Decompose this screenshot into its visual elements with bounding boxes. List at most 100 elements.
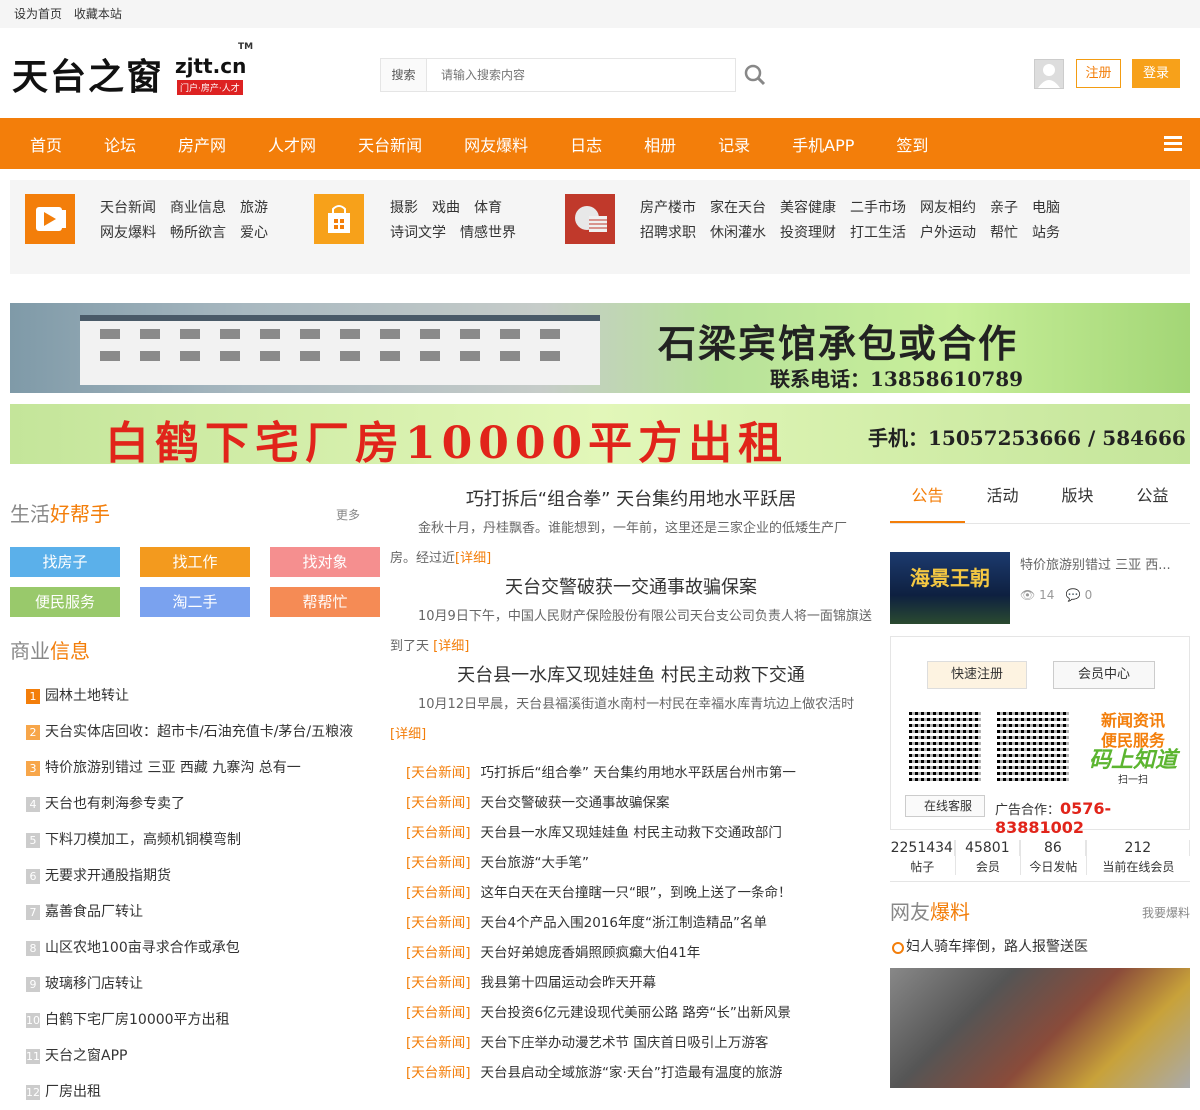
- list-item[interactable]: 8 山区农地100亩寻求合作或承包: [10, 930, 360, 966]
- list-item[interactable]: 5 下料刀模加工，高频机铜模弯制: [10, 822, 360, 858]
- online-service-button[interactable]: 在线客服: [905, 795, 985, 817]
- more-link[interactable]: 更多: [336, 506, 360, 523]
- nav-item[interactable]: 日志: [570, 132, 602, 156]
- story-title[interactable]: 巧打拆后“组合拳” 天台集约用地水平跃居: [390, 486, 872, 514]
- site-logo[interactable]: 天台之窗 zjtt.cn TM 门户·房产·人才: [12, 42, 253, 102]
- category-link[interactable]: 美容健康: [780, 200, 836, 216]
- menu-icon[interactable]: [1164, 136, 1182, 151]
- category-link[interactable]: 天台新闻: [100, 200, 156, 216]
- nav-item[interactable]: 首页: [30, 132, 62, 156]
- set-home-link[interactable]: 设为首页: [14, 7, 62, 21]
- tab-charity[interactable]: 公益: [1115, 478, 1190, 523]
- nav-item[interactable]: 相册: [644, 132, 676, 156]
- category-link[interactable]: 摄影: [390, 200, 418, 216]
- list-item[interactable]: 12 厂房出租: [10, 1074, 360, 1110]
- category-link[interactable]: 诗词文学: [390, 225, 446, 241]
- nav-item[interactable]: 签到: [896, 132, 928, 156]
- category-link[interactable]: 休闲灌水: [710, 225, 766, 241]
- news-row[interactable]: [天台新闻] 我县第十四届运动会昨天开幕: [390, 968, 872, 998]
- list-item[interactable]: 7 嘉善食品厂转让: [10, 894, 360, 930]
- story-title[interactable]: 天台县一水库又现娃娃鱼 村民主动救下交通: [390, 662, 872, 690]
- list-item[interactable]: 10 白鹤下宅厂房10000平方出租: [10, 1002, 360, 1038]
- announcement-title[interactable]: 特价旅游别错过 三亚 西...: [1020, 554, 1185, 573]
- category-link[interactable]: 户外运动: [920, 225, 976, 241]
- nav-item[interactable]: 天台新闻: [358, 132, 422, 156]
- helper-button[interactable]: 便民服务: [10, 587, 120, 617]
- baoliao-photo[interactable]: [890, 968, 1190, 1088]
- detail-link[interactable]: [详细]: [433, 639, 469, 654]
- favorite-link[interactable]: 收藏本站: [74, 7, 122, 21]
- banner-title: 石梁宾馆承包或合作: [658, 321, 1019, 366]
- member-center-button[interactable]: 会员中心: [1053, 661, 1155, 689]
- quick-register-button[interactable]: 快速注册: [927, 661, 1027, 689]
- news-row[interactable]: [天台新闻] 天台4个产品入围2016年度“浙江制造精品”名单: [390, 908, 872, 938]
- search-label[interactable]: 搜索: [381, 59, 427, 91]
- list-item[interactable]: 1 园林土地转让: [10, 678, 360, 714]
- category-link[interactable]: 网友爆料: [100, 225, 156, 241]
- category-link[interactable]: 商业信息: [170, 200, 226, 216]
- factory-banner[interactable]: 白鹤下宅厂房10000平方出租 手机：15057253666 / 584666: [10, 404, 1190, 464]
- news-row[interactable]: [天台新闻] 天台旅游“大手笔”: [390, 848, 872, 878]
- news-row[interactable]: [天台新闻] 天台县启动全域旅游“家·天台”打造最有温度的旅游: [390, 1058, 872, 1088]
- category-link[interactable]: 电脑: [1032, 200, 1060, 216]
- category-link[interactable]: 站务: [1032, 225, 1060, 241]
- register-button[interactable]: 注册: [1076, 59, 1121, 88]
- login-button[interactable]: 登录: [1132, 59, 1180, 88]
- news-row[interactable]: [天台新闻] 天台县一水库又现娃娃鱼 村民主动救下交通政部门: [390, 818, 872, 848]
- announcement-item[interactable]: 海景王朝 特价旅游别错过 三亚 西... 👁 14 💬 0: [890, 552, 1190, 628]
- nav-item[interactable]: 网友爆料: [464, 132, 528, 156]
- nav-item[interactable]: 手机APP: [792, 132, 854, 156]
- news-row[interactable]: [天台新闻] 天台交警破获一交通事故骗保案: [390, 788, 872, 818]
- category-link[interactable]: 帮忙: [990, 225, 1018, 241]
- category-link[interactable]: 打工生活: [850, 225, 906, 241]
- list-item[interactable]: 2 天台实体店回收：超市卡/石油充值卡/茅台/五粮液: [10, 714, 360, 750]
- shopping-bag-icon: [314, 194, 364, 244]
- search-icon[interactable]: [744, 64, 766, 86]
- category-link[interactable]: 旅游: [240, 200, 268, 216]
- category-link[interactable]: 亲子: [990, 200, 1018, 216]
- helper-button[interactable]: 帮帮忙: [270, 587, 380, 617]
- category-link[interactable]: 网友相约: [920, 200, 976, 216]
- list-item[interactable]: 4 天台也有刺海参专卖了: [10, 786, 360, 822]
- nav-item[interactable]: 论坛: [104, 132, 136, 156]
- nav-item[interactable]: 人才网: [268, 132, 316, 156]
- list-item[interactable]: 3 特价旅游别错过 三亚 西藏 九寨沟 总有一: [10, 750, 360, 786]
- story-title[interactable]: 天台交警破获一交通事故骗保案: [390, 574, 872, 602]
- tab-announcement[interactable]: 公告: [890, 478, 965, 523]
- news-row[interactable]: [天台新闻] 这年白天在天台撞瞎一只“眼”，到晚上送了一条命！: [390, 878, 872, 908]
- report-link[interactable]: 我要爆料: [1142, 904, 1190, 921]
- helper-button[interactable]: 淘二手: [140, 587, 250, 617]
- helper-button[interactable]: 找房子: [10, 547, 120, 577]
- hotel-banner[interactable]: 石梁宾馆承包或合作 联系电话：13858610789: [10, 303, 1190, 393]
- news-row[interactable]: [天台新闻] 天台下庄举办动漫艺术节 国庆首日吸引上万游客: [390, 1028, 872, 1058]
- baoliao-item[interactable]: 妇人骑车摔倒，路人报警送医: [890, 934, 1190, 960]
- building-image: [80, 315, 600, 385]
- category-link[interactable]: 戏曲: [432, 200, 460, 216]
- category-link[interactable]: 家在天台: [710, 200, 766, 216]
- tab-activity[interactable]: 活动: [965, 478, 1040, 523]
- detail-link[interactable]: [详细]: [455, 551, 491, 566]
- category-link[interactable]: 体育: [474, 200, 502, 216]
- tab-board[interactable]: 版块: [1040, 478, 1115, 523]
- nav-item[interactable]: 记录: [718, 132, 750, 156]
- list-item[interactable]: 9 玻璃移门店转让: [10, 966, 360, 1002]
- news-row[interactable]: [天台新闻] 巧打拆后“组合拳” 天台集约用地水平跃居台州市第一: [390, 758, 872, 788]
- category-link[interactable]: 房产楼市: [640, 200, 696, 216]
- category-link[interactable]: 情感世界: [460, 225, 516, 241]
- category-link[interactable]: 畅所欲言: [170, 225, 226, 241]
- helper-button[interactable]: 找对象: [270, 547, 380, 577]
- helper-button[interactable]: 找工作: [140, 547, 250, 577]
- news-row[interactable]: [天台新闻] 天台好弟媳庞香娟照顾疯癫大伯41年: [390, 938, 872, 968]
- list-item[interactable]: 11 天台之窗APP: [10, 1038, 360, 1074]
- category-link[interactable]: 投资理财: [780, 225, 836, 241]
- search-input[interactable]: [427, 59, 735, 91]
- nav-item[interactable]: 房产网: [178, 132, 226, 156]
- detail-link[interactable]: [详细]: [390, 727, 426, 742]
- category-link[interactable]: 爱心: [240, 225, 268, 241]
- logo-sub: 门户·房产·人才: [177, 80, 243, 95]
- category-link[interactable]: 二手市场: [850, 200, 906, 216]
- news-row[interactable]: [天台新闻] 天台投资6亿元建设现代美丽公路 路旁“长”出新风景: [390, 998, 872, 1028]
- list-item[interactable]: 6 无要求开通股指期货: [10, 858, 360, 894]
- category-link[interactable]: 招聘求职: [640, 225, 696, 241]
- avatar[interactable]: [1034, 59, 1064, 89]
